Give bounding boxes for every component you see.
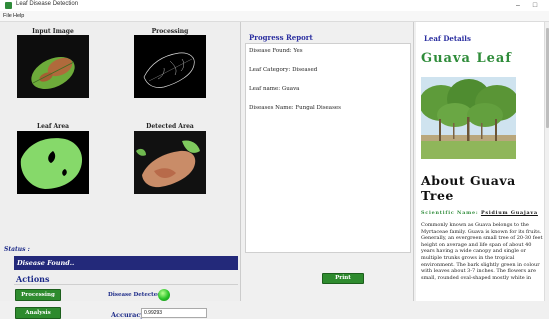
leaf-area-image: [17, 131, 89, 194]
about-heading: About Guava Tree: [421, 173, 516, 203]
status-label: Status :: [4, 246, 30, 253]
leaf-photo-icon: [17, 35, 89, 98]
input-image: [17, 35, 89, 98]
processing-image-label: Processing: [151, 28, 189, 35]
detected-area-image: [134, 131, 206, 194]
scientific-name-label: Scientific Name:: [421, 210, 479, 216]
panel-divider: [413, 22, 414, 301]
app-icon: [5, 2, 12, 9]
disease-detected-label: Disease Detected: [108, 292, 162, 298]
guava-tree-image: [421, 77, 516, 159]
edge-map-icon: [134, 35, 206, 98]
actions-heading: Actions: [16, 274, 50, 284]
window-title: Leaf Disease Detection: [16, 1, 79, 7]
report-line: Leaf Category: Diseased: [249, 67, 318, 73]
processing-image: [134, 35, 206, 98]
details-scrollbar[interactable]: [544, 22, 549, 301]
input-image-label: Input Image: [32, 28, 74, 35]
tree-photo-icon: [421, 77, 516, 159]
report-line: Leaf name: Guava: [249, 86, 300, 92]
report-textbox[interactable]: Disease Found: Yes Leaf Category: Diseas…: [245, 43, 411, 253]
panel-divider: [240, 22, 241, 301]
minimize-button[interactable]: –: [510, 0, 526, 11]
report-line: Diseases Name: Fungal Diseases: [249, 105, 341, 111]
leaf-mask-icon: [17, 131, 89, 194]
leaf-details-title: Leaf Details: [424, 34, 471, 43]
scientific-name-value: Psidium Guajava: [480, 210, 538, 216]
progress-report-title: Progress Report: [249, 33, 313, 42]
scientific-name: Scientific Name: Psidium Guajava: [421, 210, 538, 216]
processing-button[interactable]: Processing: [15, 289, 61, 301]
status-bar: Disease Found..: [14, 256, 238, 270]
report-panel: Progress Report Disease Found: Yes Leaf …: [244, 22, 412, 301]
leaf-area-label: Leaf Area: [36, 123, 70, 130]
print-button[interactable]: Print: [322, 273, 364, 284]
analysis-button[interactable]: Analysis: [15, 307, 61, 319]
details-panel: Leaf Details Guava Leaf About Guava Tree…: [416, 22, 549, 301]
image-panel: Input Image Processing Leaf Area Detecte…: [0, 22, 240, 319]
leaf-name-heading: Guava Leaf: [421, 51, 512, 66]
report-line: Disease Found: Yes: [249, 48, 303, 54]
actions-divider: [14, 284, 238, 285]
detection-indicator-icon: [158, 289, 170, 301]
accuracy-field[interactable]: 0.99293: [141, 308, 207, 318]
detected-area-label: Detected Area: [146, 123, 194, 130]
menu-bar: File Help: [0, 11, 549, 22]
detected-overlay-icon: [134, 131, 206, 194]
menu-help[interactable]: Help: [13, 13, 24, 19]
leaf-description: Commonly known as Guava belongs to the M…: [421, 222, 543, 281]
maximize-button[interactable]: □: [527, 0, 543, 11]
menu-file[interactable]: File: [3, 13, 12, 19]
